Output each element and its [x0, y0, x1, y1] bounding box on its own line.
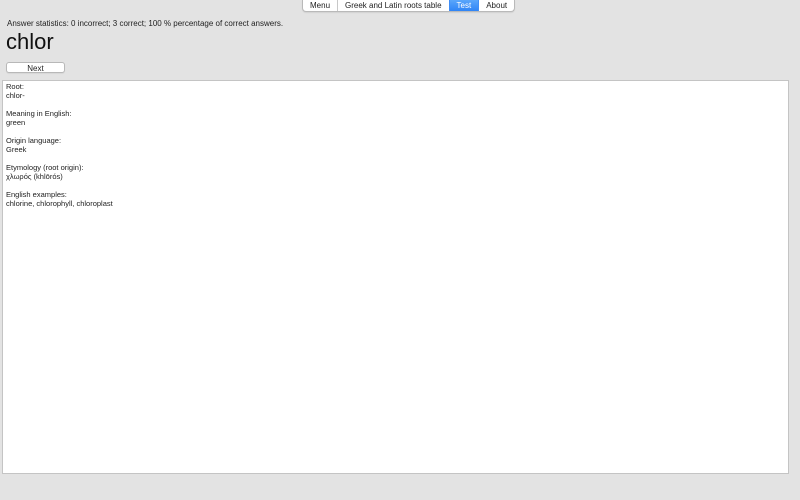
origin-field: Origin language: Greek [6, 136, 785, 154]
etymology-field: Etymology (root origin): χλωρός (khlōrós… [6, 163, 785, 181]
meaning-label: Meaning in English: [6, 109, 72, 118]
next-button[interactable]: Next [6, 62, 65, 73]
tab-about[interactable]: About [478, 0, 514, 11]
root-value: chlor- [6, 91, 25, 100]
examples-label: English examples: [6, 190, 67, 199]
details-panel: Root: chlor- Meaning in English: green O… [2, 80, 789, 474]
etymology-label: Etymology (root origin): [6, 163, 84, 172]
root-label: Root: [6, 82, 24, 91]
meaning-field: Meaning in English: green [6, 109, 785, 127]
tab-roots-table[interactable]: Greek and Latin roots table [337, 0, 449, 11]
examples-value: chlorine, chlorophyll, chloroplast [6, 199, 113, 208]
test-word: chlor [6, 29, 54, 54]
tab-test[interactable]: Test [448, 0, 479, 11]
origin-value: Greek [6, 145, 27, 154]
etymology-value: χλωρός (khlōrós) [6, 172, 63, 181]
tab-bar: Menu Greek and Latin roots table Test Ab… [302, 0, 516, 12]
examples-field: English examples: chlorine, chlorophyll,… [6, 190, 785, 208]
tab-menu[interactable]: Menu [303, 0, 337, 11]
meaning-value: green [6, 118, 26, 127]
origin-label: Origin language: [6, 136, 62, 145]
root-field: Root: chlor- [6, 82, 785, 100]
